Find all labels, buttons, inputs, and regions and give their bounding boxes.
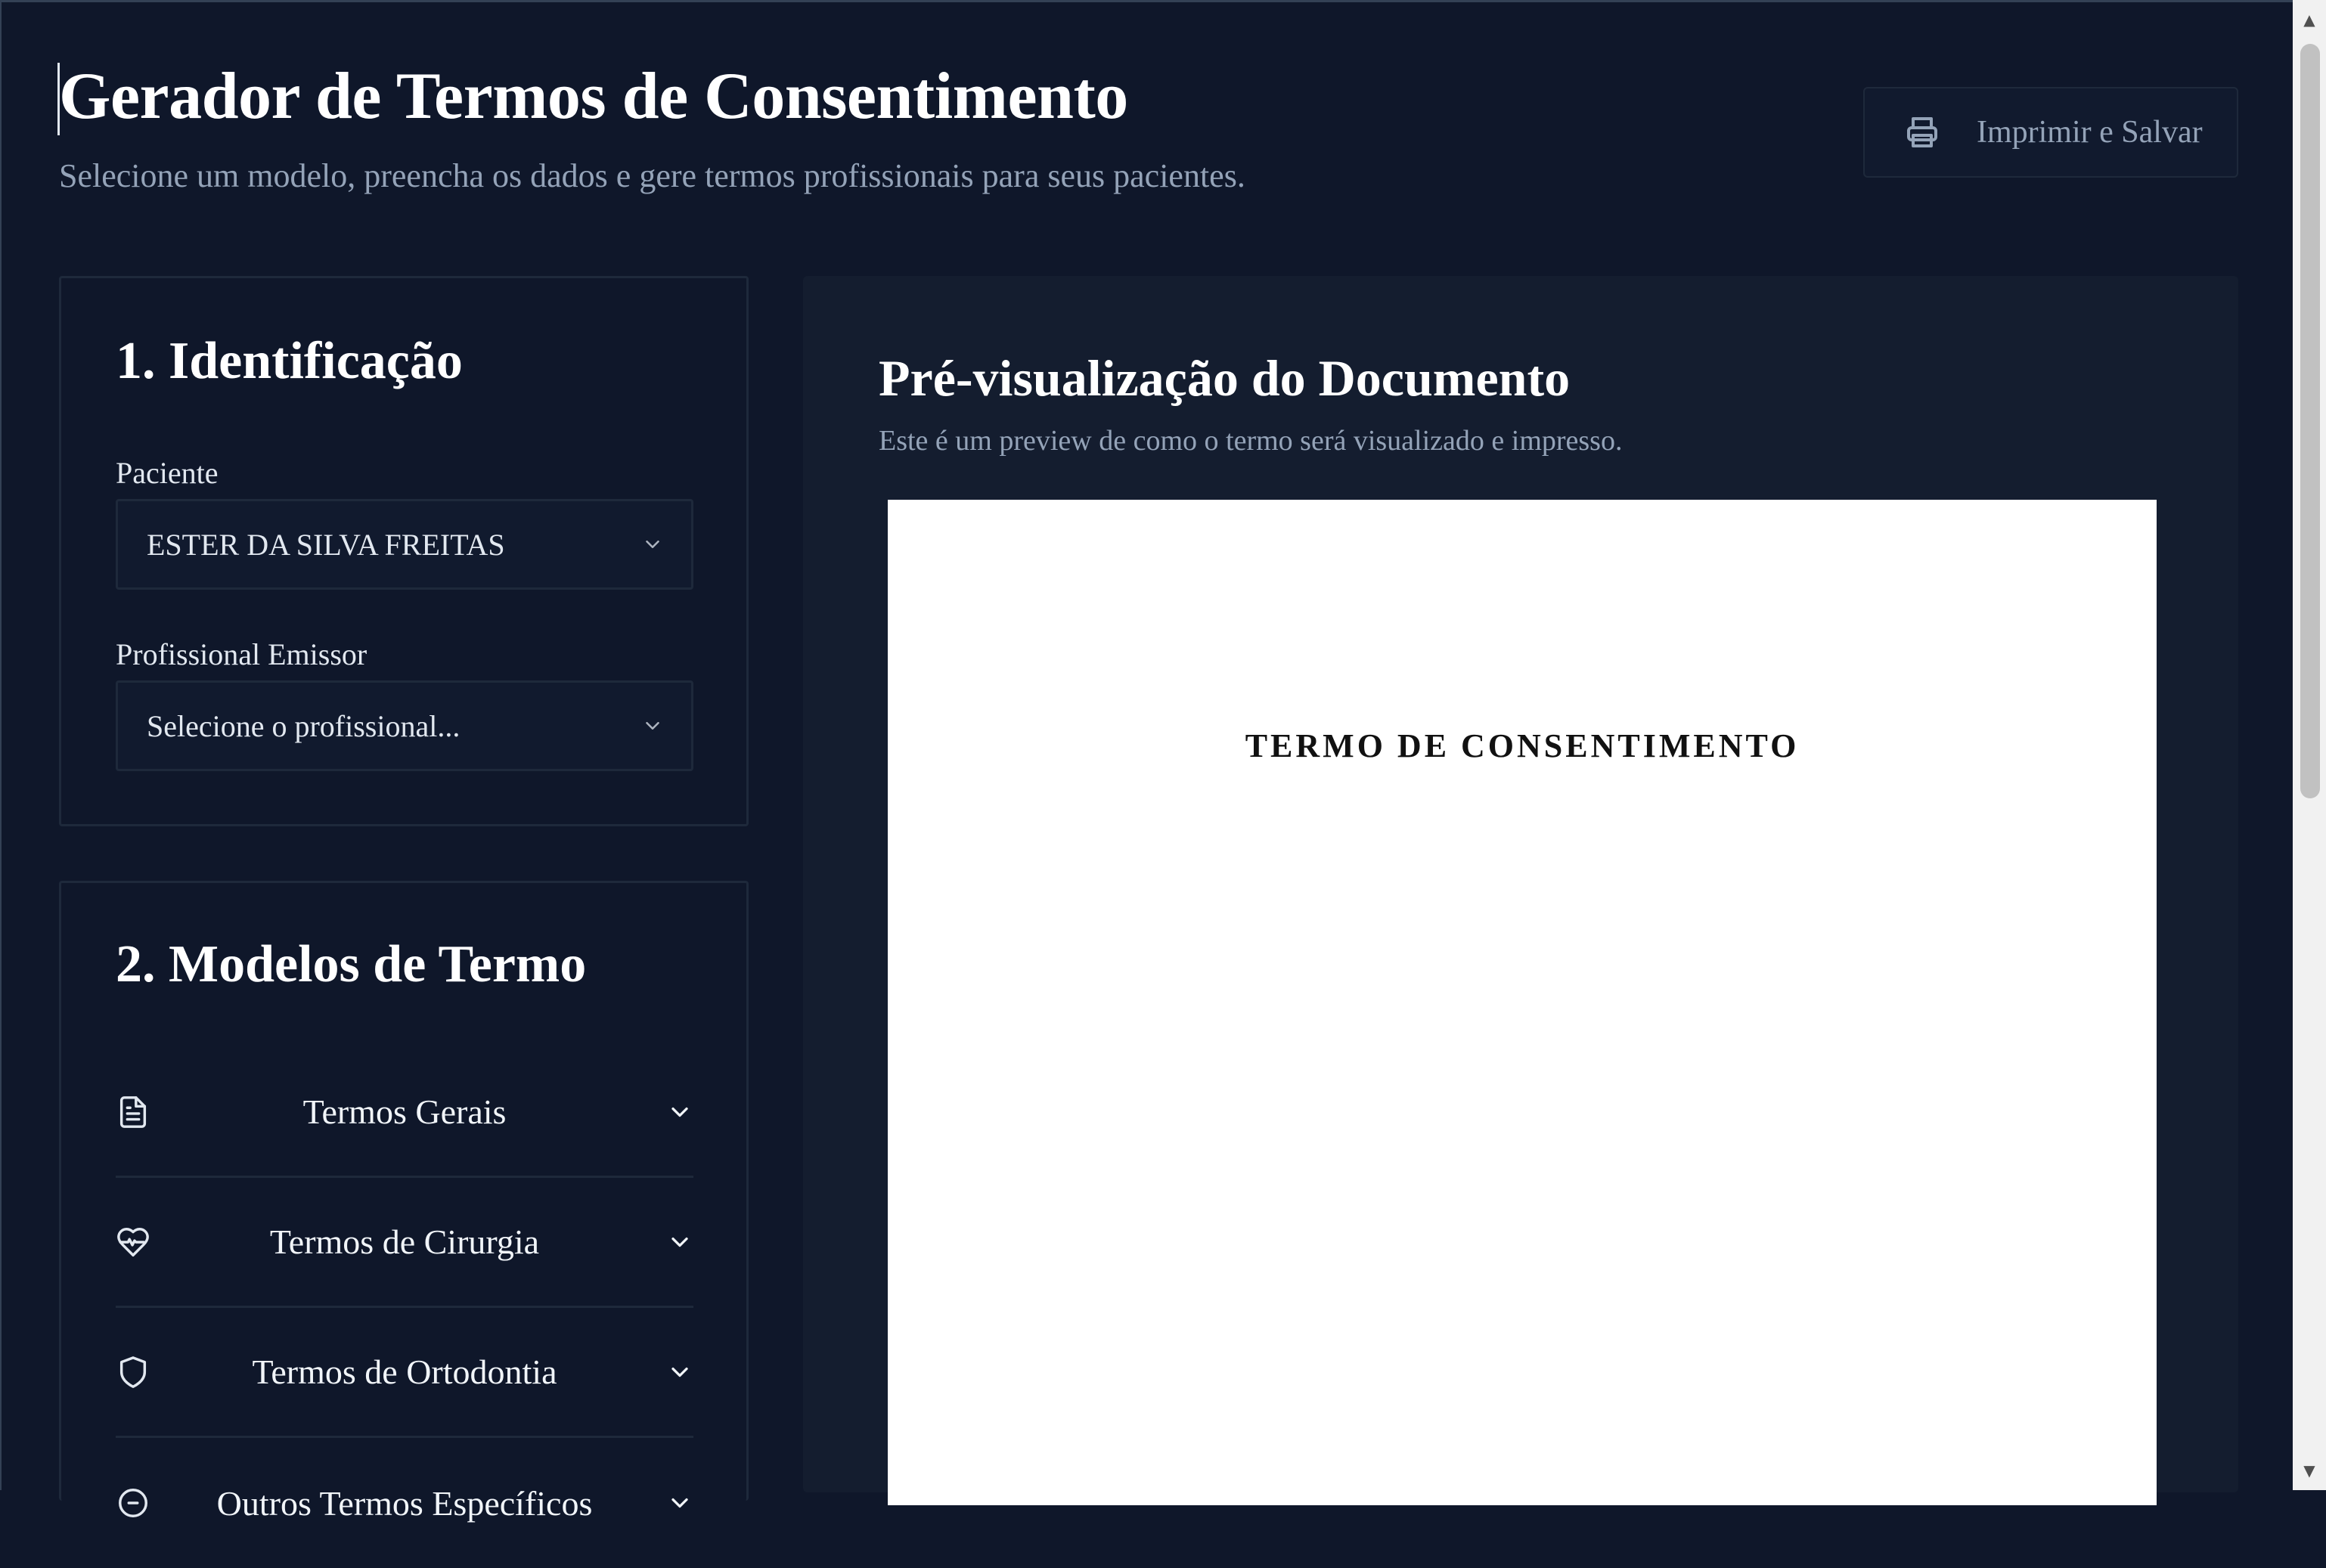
preview-title: Pré-visualização do Documento	[879, 349, 1571, 407]
accordion-orthodontics-terms-label: Termos de Ortodontia	[252, 1353, 557, 1391]
professional-select[interactable]: Selecione o profissional...	[116, 680, 693, 771]
accordion-other-terms-label: Outros Termos Específicos	[216, 1483, 593, 1523]
accordion-general-terms-label: Termos Gerais	[302, 1092, 507, 1131]
chevron-down-icon	[656, 1359, 693, 1386]
file-text-icon	[116, 1095, 154, 1130]
professional-select-placeholder: Selecione o profissional...	[147, 708, 461, 743]
chevron-down-icon	[641, 714, 664, 737]
page-title: Gerador de Termos de Consentimento	[59, 60, 1128, 133]
accordion-general-terms[interactable]: Termos Gerais	[116, 1048, 693, 1178]
circle-icon	[116, 1486, 154, 1520]
patient-select[interactable]: ESTER DA SILVA FREITAS	[116, 499, 693, 590]
page-subtitle: Selecione um modelo, preencha os dados e…	[59, 157, 1245, 194]
accordion-orthodontics-terms[interactable]: Termos de Ortodontia	[116, 1308, 693, 1438]
printer-icon	[1904, 114, 1940, 150]
vertical-scrollbar[interactable]: ▲ ▼	[2293, 0, 2326, 1490]
patient-select-value: ESTER DA SILVA FREITAS	[147, 527, 505, 562]
scroll-down-arrow-icon[interactable]: ▼	[2293, 1455, 2326, 1486]
identification-card: 1. Identificação Paciente ESTER DA SILVA…	[59, 276, 749, 826]
app-page: Gerador de Termos de Consentimento Selec…	[0, 0, 2293, 1523]
document-paper: TERMO DE CONSENTIMENTO	[888, 500, 2157, 1505]
document-title: TERMO DE CONSENTIMENTO	[1245, 727, 1800, 764]
professional-label: Profissional Emissor	[116, 637, 368, 671]
patient-label: Paciente	[116, 456, 219, 490]
identification-title: 1. Identificação	[116, 332, 463, 390]
accordion-surgery-terms[interactable]: Termos de Cirurgia	[116, 1178, 693, 1308]
models-card: 2. Modelos de Termo Termos Gerais Termos	[59, 881, 749, 1523]
models-title: 2. Modelos de Termo	[116, 935, 587, 993]
accordion-surgery-terms-label: Termos de Cirurgia	[269, 1222, 540, 1261]
preview-subtitle: Este é um preview de como o termo será v…	[879, 425, 1623, 457]
print-save-label: Imprimir e Salvar	[1977, 115, 2203, 150]
chevron-down-icon	[656, 1229, 693, 1256]
heart-pulse-icon	[116, 1225, 154, 1260]
chevron-down-icon	[641, 533, 664, 556]
shield-icon	[116, 1355, 154, 1390]
print-save-button[interactable]: Imprimir e Salvar	[1863, 87, 2238, 178]
chevron-down-icon	[656, 1099, 693, 1126]
accordion-other-terms[interactable]: Outros Termos Específicos	[116, 1438, 693, 1568]
document-preview-panel: Pré-visualização do Documento Este é um …	[803, 276, 2238, 1505]
scrollbar-thumb[interactable]	[2300, 44, 2320, 798]
scroll-up-arrow-icon[interactable]: ▲	[2293, 5, 2326, 35]
chevron-down-icon	[656, 1489, 693, 1517]
